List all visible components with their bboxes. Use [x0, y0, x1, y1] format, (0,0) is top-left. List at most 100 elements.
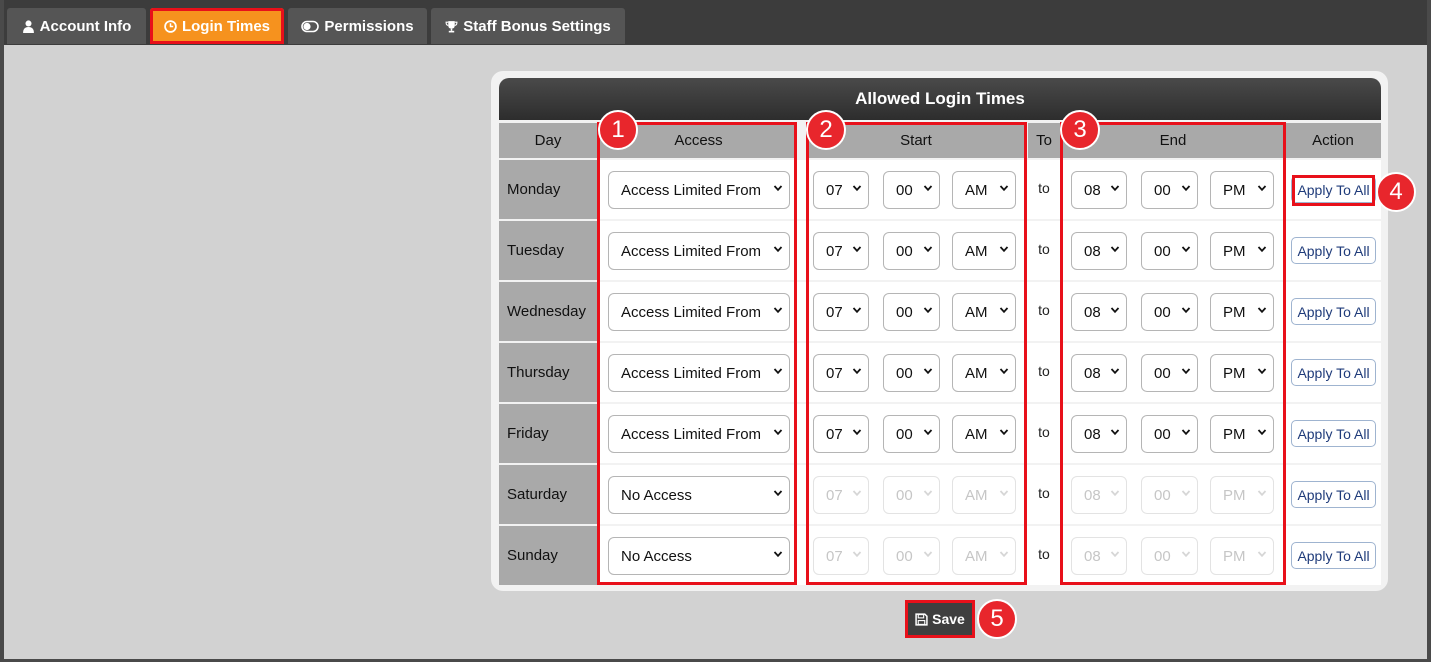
chevron-down-icon	[852, 246, 862, 253]
select-value: No Access	[621, 486, 692, 504]
end-hour-select[interactable]: 08	[1071, 232, 1127, 270]
end-minute-select[interactable]: 00	[1141, 232, 1198, 270]
select-value: 00	[1154, 486, 1171, 504]
callout-badge-5: 5	[977, 599, 1017, 639]
tab-login-times[interactable]: Login Times	[150, 8, 284, 44]
end-hour-select[interactable]: 08	[1071, 293, 1127, 331]
start-minute-select[interactable]: 00	[883, 171, 940, 209]
access-select[interactable]: No Access	[608, 476, 790, 514]
end-minute-select[interactable]: 00	[1141, 415, 1198, 453]
start-minute-select[interactable]: 00	[883, 232, 940, 270]
end-ampm-select[interactable]: PM	[1210, 232, 1274, 270]
chevron-down-icon	[999, 246, 1009, 253]
tab-staff-bonus-settings[interactable]: Staff Bonus Settings	[431, 8, 625, 44]
end-minute-select[interactable]: 00	[1141, 293, 1198, 331]
start-minute-select: 00	[883, 537, 940, 575]
end-ampm-select[interactable]: PM	[1210, 293, 1274, 331]
select-value: 00	[1154, 364, 1171, 382]
end-minute-select[interactable]: 00	[1141, 354, 1198, 392]
chevron-down-icon	[1257, 307, 1267, 314]
access-select[interactable]: Access Limited From	[608, 293, 790, 331]
end-ampm-select[interactable]: PM	[1210, 415, 1274, 453]
chevron-down-icon	[1257, 185, 1267, 192]
select-value: 08	[1084, 242, 1101, 260]
day-label: Wednesday	[499, 282, 597, 341]
day-label: Thursday	[499, 343, 597, 402]
chevron-down-icon	[923, 490, 933, 497]
end-hour-select[interactable]: 08	[1071, 171, 1127, 209]
to-label: to	[1038, 180, 1050, 196]
apply-to-all-button[interactable]: Apply To All	[1291, 298, 1376, 325]
start-hour-select[interactable]: 07	[813, 293, 869, 331]
start-hour-select[interactable]: 07	[813, 354, 869, 392]
tab-permissions[interactable]: Permissions	[288, 8, 427, 44]
apply-to-all-button[interactable]: Apply To All	[1291, 481, 1376, 508]
end-ampm-select[interactable]: PM	[1210, 354, 1274, 392]
chevron-down-icon	[852, 429, 862, 436]
chevron-down-icon	[1181, 429, 1191, 436]
start-ampm-select[interactable]: AM	[952, 293, 1016, 331]
select-value: PM	[1223, 425, 1246, 443]
select-value: Access Limited From	[621, 181, 762, 199]
tab-label: Account Info	[39, 17, 132, 35]
access-select[interactable]: No Access	[608, 537, 790, 575]
select-value: 07	[826, 364, 843, 382]
chevron-down-icon	[852, 368, 862, 375]
select-value: 08	[1084, 547, 1101, 565]
apply-to-all-button[interactable]: Apply To All	[1291, 237, 1376, 264]
day-label: Monday	[499, 160, 597, 219]
select-value: 08	[1084, 303, 1101, 321]
start-hour-select[interactable]: 07	[813, 232, 869, 270]
access-select[interactable]: Access Limited From	[608, 354, 790, 392]
tab-account-info[interactable]: Account Info	[7, 8, 146, 44]
chevron-down-icon	[852, 307, 862, 314]
chevron-down-icon	[1181, 368, 1191, 375]
end-ampm-select[interactable]: PM	[1210, 171, 1274, 209]
callout-badge-2: 2	[806, 110, 846, 150]
apply-to-all-button[interactable]: Apply To All	[1291, 176, 1376, 203]
chevron-down-icon	[1257, 551, 1267, 558]
start-ampm-select[interactable]: AM	[952, 232, 1016, 270]
start-minute-select: 00	[883, 476, 940, 514]
chevron-down-icon	[999, 429, 1009, 436]
to-label: to	[1038, 485, 1050, 501]
day-label: Friday	[499, 404, 597, 463]
start-hour-select: 07	[813, 537, 869, 575]
chevron-down-icon	[773, 307, 783, 314]
start-ampm-select[interactable]: AM	[952, 354, 1016, 392]
access-select[interactable]: Access Limited From	[608, 415, 790, 453]
start-ampm-select[interactable]: AM	[952, 415, 1016, 453]
access-select[interactable]: Access Limited From	[608, 171, 790, 209]
end-minute-select[interactable]: 00	[1141, 171, 1198, 209]
start-minute-select[interactable]: 00	[883, 293, 940, 331]
start-hour-select: 07	[813, 476, 869, 514]
chevron-down-icon	[999, 307, 1009, 314]
start-minute-select[interactable]: 00	[883, 415, 940, 453]
chevron-down-icon	[1181, 307, 1191, 314]
apply-to-all-button[interactable]: Apply To All	[1291, 359, 1376, 386]
chevron-down-icon	[1110, 368, 1120, 375]
chevron-down-icon	[999, 551, 1009, 558]
end-hour-select[interactable]: 08	[1071, 415, 1127, 453]
select-value: AM	[965, 303, 988, 321]
tab-label: Login Times	[181, 17, 271, 35]
select-value: 07	[826, 242, 843, 260]
access-select[interactable]: Access Limited From	[608, 232, 790, 270]
start-hour-select[interactable]: 07	[813, 171, 869, 209]
to-label: to	[1038, 546, 1050, 562]
start-hour-select[interactable]: 07	[813, 415, 869, 453]
save-button[interactable]: Save	[905, 600, 975, 638]
select-value: 00	[896, 425, 913, 443]
apply-to-all-button[interactable]: Apply To All	[1291, 420, 1376, 447]
apply-to-all-button[interactable]: Apply To All	[1291, 542, 1376, 569]
start-minute-select[interactable]: 00	[883, 354, 940, 392]
select-value: Access Limited From	[621, 364, 762, 382]
start-ampm-select[interactable]: AM	[952, 171, 1016, 209]
chevron-down-icon	[1181, 246, 1191, 253]
chevron-down-icon	[773, 246, 783, 253]
user-icon	[22, 19, 34, 33]
select-value: PM	[1223, 364, 1246, 382]
start-ampm-select: AM	[952, 476, 1016, 514]
tab-label: Permissions	[324, 17, 414, 35]
end-hour-select[interactable]: 08	[1071, 354, 1127, 392]
